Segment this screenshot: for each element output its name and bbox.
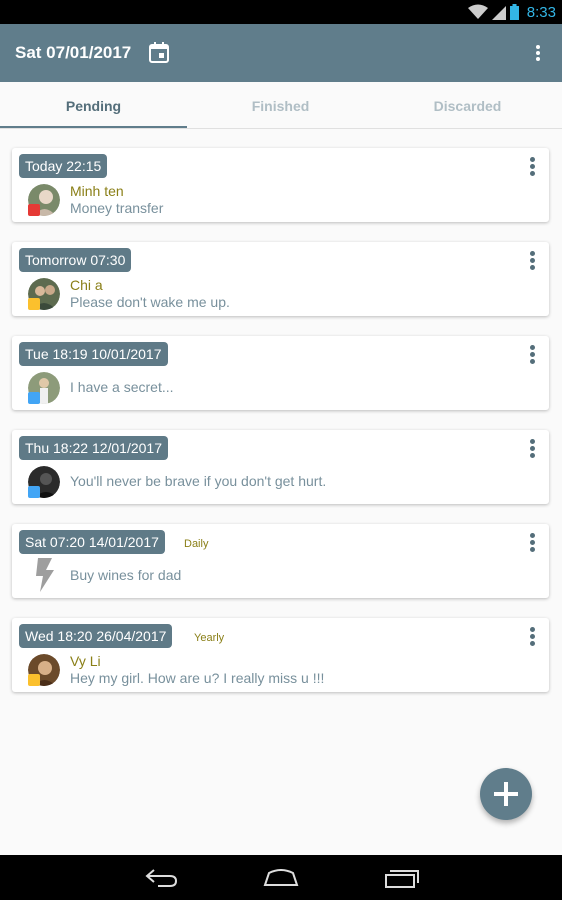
- calendar-icon: [149, 42, 169, 63]
- reminder-date: Today 22:15: [19, 154, 108, 178]
- contact-badge: [28, 392, 40, 404]
- back-icon: [145, 869, 178, 887]
- reminder-card[interactable]: Today 22:15 Minh ten Money transfer: [12, 148, 549, 222]
- repeat-label: Yearly: [194, 632, 225, 644]
- reminder-message: Please don't wake me up.: [70, 294, 230, 310]
- more-vert-icon-dot: [529, 352, 535, 357]
- reminder-message: I have a secret...: [70, 379, 174, 395]
- add-reminder-button[interactable]: [480, 768, 532, 820]
- more-vert-icon-dot: [529, 547, 535, 552]
- contact-name: Chi a: [70, 277, 103, 293]
- card-menu-button[interactable]: [527, 625, 537, 649]
- reminder-date: Thu 18:22 12/01/2017: [19, 436, 169, 460]
- contact-badge: [28, 298, 40, 310]
- more-vert-icon-dot: [529, 164, 535, 169]
- more-vert-icon-dot: [529, 171, 535, 176]
- more-vert-icon: [529, 157, 535, 162]
- home-icon: [263, 869, 299, 886]
- more-vert-icon-dot: [529, 446, 535, 451]
- status-bar: 8:33: [0, 0, 562, 24]
- tab-indicator: [0, 126, 187, 128]
- reminder-date: Tue 18:19 10/01/2017: [19, 342, 168, 366]
- more-vert-icon: [529, 627, 535, 632]
- status-time: 8:33: [526, 3, 556, 21]
- card-menu-button[interactable]: [527, 437, 537, 461]
- tab-pending[interactable]: Pending: [0, 82, 187, 128]
- recents-button[interactable]: [384, 867, 420, 889]
- card-menu-button[interactable]: [527, 155, 537, 179]
- status-icons: 8:33: [467, 2, 556, 22]
- contact-badge: [28, 204, 40, 216]
- more-vert-icon-dot: [529, 453, 535, 458]
- contact-name: Minh ten: [70, 183, 124, 199]
- lightning-bolt-icon: [32, 558, 58, 592]
- reminder-card[interactable]: Thu 18:22 12/01/2017 You'll never be bra…: [12, 430, 549, 504]
- contact-badge: [28, 486, 40, 498]
- more-vert-icon: [536, 45, 540, 49]
- reminder-card[interactable]: Tomorrow 07:30 Chi a Please don't wake m…: [12, 242, 549, 316]
- plus-icon: [494, 782, 518, 806]
- tab-discarded[interactable]: Discarded: [374, 82, 561, 128]
- page-title: Sat 07/01/2017: [15, 43, 132, 62]
- more-vert-icon-dot: [529, 641, 535, 646]
- tab-finished[interactable]: Finished: [187, 82, 374, 128]
- more-vert-icon: [529, 439, 535, 444]
- reminder-date: Tomorrow 07:30: [19, 248, 132, 272]
- recents-icon: [385, 870, 419, 888]
- repeat-label: Daily: [184, 538, 209, 550]
- more-vert-icon-dot: [536, 57, 540, 61]
- more-vert-icon-dot: [529, 540, 535, 545]
- reminder-message: Money transfer: [70, 200, 164, 216]
- card-menu-button[interactable]: [527, 343, 537, 367]
- reminder-card[interactable]: Wed 18:20 26/04/2017 Yearly Vy Li Hey my…: [12, 618, 549, 692]
- tab-bar: Pending Finished Discarded: [0, 82, 562, 129]
- reminder-date: Wed 18:20 26/04/2017: [19, 624, 173, 648]
- calendar-button[interactable]: [148, 42, 170, 64]
- wifi-icon: [467, 4, 488, 19]
- reminder-date: Sat 07:20 14/01/2017: [19, 530, 165, 554]
- navigation-bar: [0, 855, 562, 900]
- more-vert-icon-dot: [529, 359, 535, 364]
- reminder-card[interactable]: Sat 07:20 14/01/2017 Daily Buy wines for…: [12, 524, 549, 598]
- contact-badge: [28, 674, 40, 686]
- more-vert-icon-dot: [529, 634, 535, 639]
- back-button[interactable]: [144, 867, 178, 889]
- reminder-message: You'll never be brave if you don't get h…: [70, 473, 327, 489]
- app-bar: Sat 07/01/2017: [0, 24, 562, 82]
- more-vert-icon: [529, 251, 535, 256]
- reminder-message: Hey my girl. How are u? I really miss u …: [70, 670, 325, 686]
- signal-icon: [491, 6, 506, 20]
- overflow-menu-button[interactable]: [532, 43, 544, 65]
- more-vert-icon: [529, 533, 535, 538]
- card-menu-button[interactable]: [527, 249, 537, 273]
- more-vert-icon-dot: [529, 265, 535, 270]
- more-vert-icon-dot: [536, 51, 540, 55]
- more-vert-icon-dot: [529, 258, 535, 263]
- reminder-card[interactable]: Tue 18:19 10/01/2017 I have a secret...: [12, 336, 549, 410]
- battery-icon: [509, 4, 519, 20]
- home-button[interactable]: [263, 869, 299, 887]
- card-menu-button[interactable]: [527, 531, 537, 555]
- more-vert-icon: [529, 345, 535, 350]
- reminder-message: Buy wines for dad: [70, 567, 182, 583]
- contact-name: Vy Li: [70, 653, 101, 669]
